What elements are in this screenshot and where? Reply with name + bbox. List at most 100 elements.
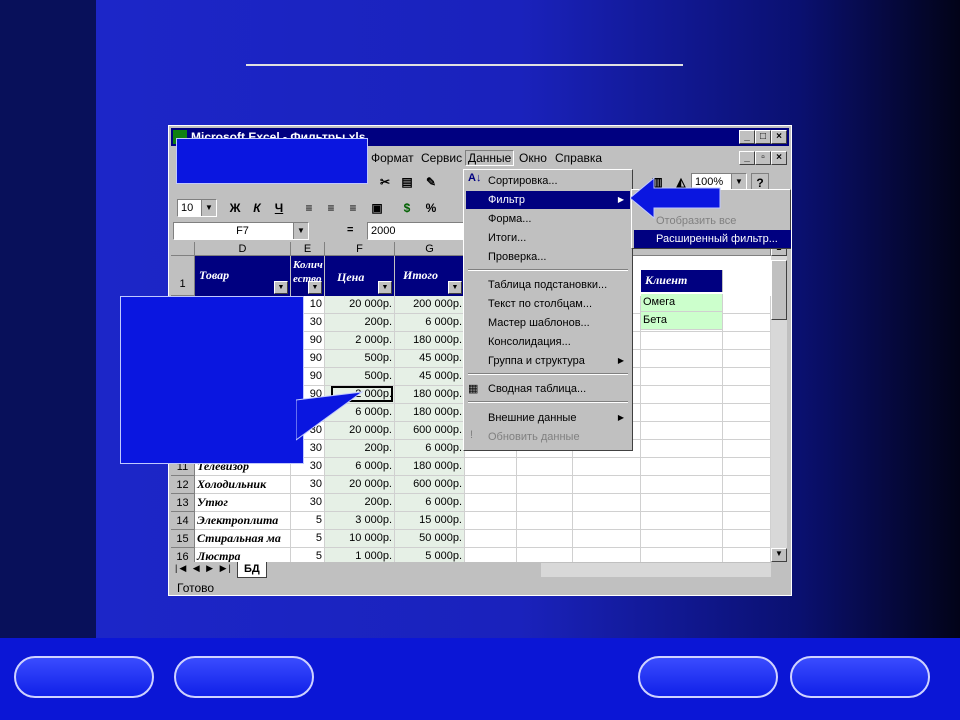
- cell-price[interactable]: 2 000р.: [325, 332, 395, 350]
- cell-total[interactable]: 5 000р.: [395, 548, 465, 562]
- scroll-thumb[interactable]: [771, 260, 787, 320]
- empty-cell[interactable]: [517, 476, 573, 494]
- cell-price[interactable]: 3 000р.: [325, 512, 395, 530]
- criteria-header-client[interactable]: Клиент: [641, 270, 723, 292]
- menu-item-external-data[interactable]: Внешние данные ▶: [466, 409, 630, 427]
- cell-price[interactable]: 200р.: [325, 494, 395, 512]
- cell-total[interactable]: 45 000р.: [395, 350, 465, 368]
- empty-cell[interactable]: [641, 476, 723, 494]
- close-button[interactable]: ×: [771, 130, 787, 144]
- empty-cell[interactable]: [723, 422, 771, 440]
- menu-format[interactable]: Формат: [371, 151, 414, 165]
- cell-qty[interactable]: 30: [291, 494, 325, 512]
- horizontal-scrollbar[interactable]: [541, 563, 771, 577]
- empty-cell[interactable]: [465, 494, 517, 512]
- cell-total[interactable]: 180 000р.: [395, 332, 465, 350]
- empty-cell[interactable]: [465, 458, 517, 476]
- cell-price[interactable]: 200р.: [325, 314, 395, 332]
- menu-data[interactable]: Данные: [465, 150, 515, 166]
- cell-total[interactable]: 180 000р.: [395, 458, 465, 476]
- menu-service[interactable]: Сервис: [421, 151, 462, 165]
- menu-item-pivot-table[interactable]: Сводная таблица...: [466, 380, 630, 398]
- column-header-g[interactable]: G: [395, 242, 465, 256]
- cell-total[interactable]: 600 000р.: [395, 422, 465, 440]
- align-left-icon[interactable]: ≡: [299, 199, 319, 217]
- autofilter-dropdown-icon[interactable]: ▼: [274, 281, 288, 294]
- row-header[interactable]: 14: [171, 512, 195, 530]
- menu-help[interactable]: Справка: [555, 151, 602, 165]
- column-header-f[interactable]: F: [325, 242, 395, 256]
- menu-item-advanced-filter[interactable]: Расширенный фильтр...: [634, 230, 791, 248]
- cell-product[interactable]: Электроплита: [195, 512, 291, 530]
- empty-cell[interactable]: [641, 530, 723, 548]
- menu-item-consolidate[interactable]: Консолидация...: [466, 333, 630, 351]
- empty-cell[interactable]: [641, 368, 723, 386]
- cell-product[interactable]: Утюг: [195, 494, 291, 512]
- nav-button-1[interactable]: [14, 656, 154, 698]
- column-header-d[interactable]: D: [195, 242, 291, 256]
- cell-total[interactable]: 200 000р.: [395, 296, 465, 314]
- menu-item-sort[interactable]: Сортировка...: [466, 172, 630, 190]
- empty-cell[interactable]: [723, 368, 771, 386]
- empty-cell[interactable]: [641, 404, 723, 422]
- menu-item-validation[interactable]: Проверка...: [466, 248, 630, 266]
- row-header[interactable]: 13: [171, 494, 195, 512]
- cell-price[interactable]: 20 000р.: [325, 476, 395, 494]
- header-total[interactable]: Итого ▼: [395, 256, 465, 296]
- cell-qty[interactable]: 5: [291, 548, 325, 562]
- name-box[interactable]: F7 ▼: [173, 222, 309, 240]
- format-painter-icon[interactable]: ✎: [421, 173, 441, 191]
- minimize-button[interactable]: _: [739, 130, 755, 144]
- autofilter-dropdown-icon[interactable]: ▼: [448, 281, 462, 294]
- menu-item-template-wizard[interactable]: Мастер шаблонов...: [466, 314, 630, 332]
- cell-price[interactable]: 6 000р.: [325, 458, 395, 476]
- cell-total[interactable]: 15 000р.: [395, 512, 465, 530]
- empty-cell[interactable]: [517, 458, 573, 476]
- empty-cell[interactable]: [723, 458, 771, 476]
- cell-total[interactable]: 6 000р.: [395, 314, 465, 332]
- cell-total[interactable]: 180 000р.: [395, 404, 465, 422]
- empty-cell[interactable]: [723, 314, 771, 332]
- empty-cell[interactable]: [723, 548, 771, 562]
- cell-product[interactable]: Холодильник: [195, 476, 291, 494]
- empty-cell[interactable]: [723, 440, 771, 458]
- menu-window[interactable]: Окно: [519, 151, 547, 165]
- align-center-icon[interactable]: ≡: [321, 199, 341, 217]
- scroll-down-icon[interactable]: ▼: [771, 548, 787, 562]
- cell-price[interactable]: 20 000р.: [325, 296, 395, 314]
- cell-price[interactable]: 1 000р.: [325, 548, 395, 562]
- criteria-cell[interactable]: Омега: [641, 294, 723, 312]
- empty-cell[interactable]: [573, 458, 641, 476]
- empty-cell[interactable]: [465, 530, 517, 548]
- paste-icon[interactable]: ▤: [397, 173, 417, 191]
- cell-product[interactable]: Люстра: [195, 548, 291, 562]
- empty-cell[interactable]: [723, 386, 771, 404]
- formula-input[interactable]: 2000: [367, 222, 465, 240]
- nav-button-4[interactable]: [790, 656, 930, 698]
- empty-cell[interactable]: [723, 404, 771, 422]
- cut-icon[interactable]: ✂: [375, 173, 395, 191]
- menu-item-lookup-table[interactable]: Таблица подстановки...: [466, 276, 630, 294]
- nav-button-3[interactable]: [638, 656, 778, 698]
- cell-total[interactable]: 6 000р.: [395, 494, 465, 512]
- empty-cell[interactable]: [641, 548, 723, 562]
- select-all-corner[interactable]: [171, 242, 195, 256]
- empty-cell[interactable]: [517, 530, 573, 548]
- empty-cell[interactable]: [465, 512, 517, 530]
- empty-cell[interactable]: [723, 494, 771, 512]
- align-right-icon[interactable]: ≡: [343, 199, 363, 217]
- empty-cell[interactable]: [723, 512, 771, 530]
- empty-cell[interactable]: [723, 530, 771, 548]
- column-header-e[interactable]: E: [291, 242, 325, 256]
- autofilter-dropdown-icon[interactable]: ▼: [378, 281, 392, 294]
- empty-cell[interactable]: [723, 476, 771, 494]
- vertical-scrollbar[interactable]: ▲ ▼: [771, 242, 787, 562]
- header-product[interactable]: Товар ▼: [195, 256, 291, 296]
- merge-cells-icon[interactable]: ▣: [367, 199, 387, 217]
- empty-cell[interactable]: [573, 530, 641, 548]
- header-price[interactable]: Цена ▼: [325, 256, 395, 296]
- menu-item-group-outline[interactable]: Группа и структура ▶: [466, 352, 630, 370]
- cell-total[interactable]: 6 000р.: [395, 440, 465, 458]
- empty-cell[interactable]: [641, 440, 723, 458]
- empty-cell[interactable]: [641, 494, 723, 512]
